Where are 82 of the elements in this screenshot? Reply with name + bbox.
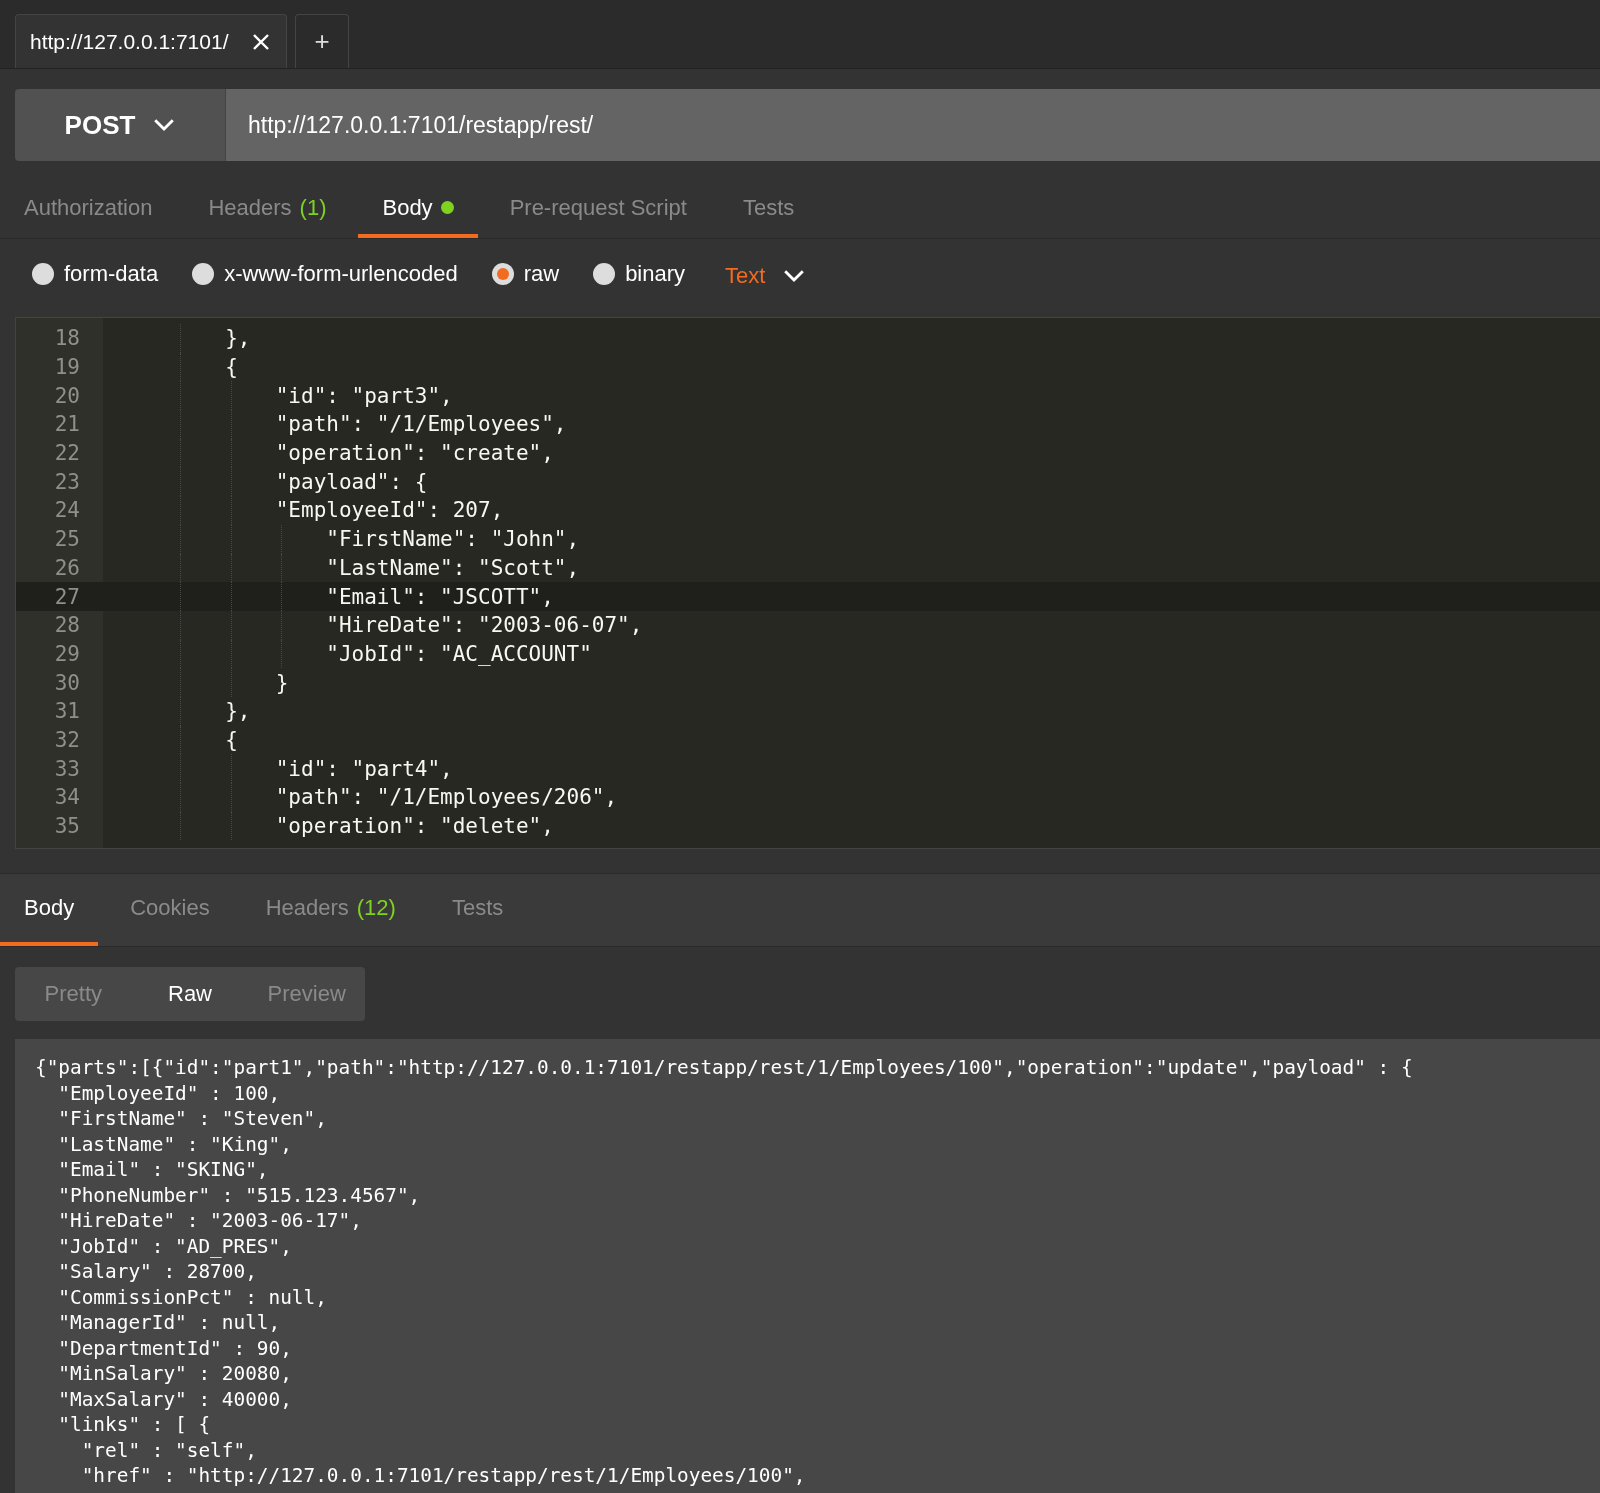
- response-line: "PhoneNumber" : "515.123.4567",: [57, 1182, 422, 1208]
- response-line: "Salary" : 28700,: [57, 1259, 258, 1285]
- request-section-tab[interactable]: Authorization: [0, 181, 177, 238]
- line-number: 20: [53, 383, 80, 408]
- line-number: 33: [53, 756, 80, 781]
- response-line: "LastName" : "King",: [57, 1131, 293, 1157]
- body-mode-radio[interactable]: form-data: [32, 261, 159, 287]
- new-tab-button[interactable]: +: [295, 14, 349, 68]
- code-line: "FirstName": "John",: [325, 527, 580, 552]
- code-line: {: [224, 727, 238, 752]
- method-dropdown[interactable]: POST: [15, 89, 226, 161]
- response-line: "HireDate" : "2003-06-17",: [57, 1208, 363, 1234]
- header-count: (1): [299, 194, 327, 221]
- radio-button[interactable]: [593, 263, 616, 285]
- chevron-icon: [783, 269, 806, 283]
- code-line: "id": "part4",: [274, 756, 453, 781]
- code-line: "payload": {: [274, 469, 428, 494]
- code-line: "path": "/1/Employees",: [274, 412, 567, 437]
- code-line: },: [224, 699, 251, 724]
- radio-label: raw: [523, 261, 560, 287]
- chevron-icon: [153, 118, 176, 132]
- request-section-tab[interactable]: Headers (1): [184, 181, 351, 238]
- line-number: 31: [53, 699, 80, 724]
- response-line: "MinSalary" : 20080,: [57, 1361, 293, 1387]
- response-line: "DepartmentId" : 90,: [57, 1335, 293, 1361]
- view-mode-button[interactable]: Raw: [131, 967, 249, 1021]
- response-line: "links" : [ {: [57, 1412, 212, 1438]
- line-number: 28: [53, 613, 80, 638]
- line-number: 27: [53, 584, 80, 609]
- code-line: {: [224, 355, 238, 380]
- line-number: 34: [53, 785, 80, 810]
- tab-title: http://127.0.0.1:7101/: [30, 29, 229, 54]
- code-line: }: [274, 670, 289, 695]
- response-tab[interactable]: Body: [0, 874, 99, 946]
- code-line: "path": "/1/Employees/206",: [274, 785, 618, 810]
- response-line: {"parts":[{"id":"part1","path":"http://127.0.0.1:7101/restapp/rest/1/Employees/100","operation":"update","payload" : {: [35, 1055, 1414, 1081]
- code-line: "operation": "create",: [274, 441, 554, 466]
- code-line: "operation": "delete",: [274, 814, 554, 839]
- response-line: "rel" : "self",: [80, 1437, 258, 1463]
- radio-button[interactable]: [491, 263, 514, 285]
- close-icon[interactable]: [252, 32, 270, 51]
- line-number: 22: [53, 441, 80, 466]
- line-number: 26: [53, 555, 80, 580]
- response-line: "CommissionPct" : null,: [57, 1284, 328, 1310]
- response-line: "JobId" : "AD_PRES",: [57, 1233, 293, 1259]
- body-mode-radio[interactable]: raw: [491, 261, 560, 287]
- content-type-dropdown[interactable]: Text: [719, 262, 812, 290]
- code-line: "JobId": "AC_ACCOUNT": [325, 641, 592, 666]
- line-number: 32: [53, 727, 80, 752]
- code-line: },: [224, 326, 251, 351]
- radio-label: binary: [625, 261, 686, 287]
- radio-label: form-data: [64, 261, 159, 287]
- response-tab[interactable]: Headers (12): [241, 874, 420, 946]
- response-line: "ManagerId" : null,: [57, 1310, 282, 1336]
- request-section-tab[interactable]: Body: [358, 181, 478, 238]
- response-line: "FirstName" : "Steven",: [57, 1106, 328, 1132]
- header-count: (12): [356, 895, 396, 921]
- response-line: "href" : "http://127.0.0.1:7101/restapp/rest/1/Employees/100",: [80, 1463, 807, 1489]
- code-line: "LastName": "Scott",: [325, 555, 580, 580]
- response-line: "Email" : "SKING",: [57, 1157, 270, 1183]
- line-number: 25: [53, 527, 80, 552]
- request-tab[interactable]: http://127.0.0.1:7101/: [15, 14, 287, 68]
- line-number: 18: [53, 326, 80, 351]
- url-field[interactable]: http://127.0.0.1:7101/restapp/rest/: [226, 89, 1600, 161]
- line-number: 21: [53, 412, 80, 437]
- request-section-tab[interactable]: Pre-request Script: [485, 181, 711, 238]
- line-number: 24: [53, 498, 80, 523]
- code-line: "EmployeeId": 207,: [274, 498, 504, 523]
- request-section-tab[interactable]: Tests: [718, 181, 819, 238]
- code-line: "HireDate": "2003-06-07",: [325, 613, 643, 638]
- line-number: 19: [53, 355, 80, 380]
- code-line: "id": "part3",: [274, 383, 453, 408]
- radio-button[interactable]: [192, 263, 215, 285]
- line-number: 29: [53, 641, 80, 666]
- code-line: "Email": "JSCOTT",: [325, 584, 554, 609]
- response-line: "EmployeeId" : 100,: [57, 1080, 282, 1106]
- radio-button[interactable]: [32, 263, 54, 285]
- line-number: 30: [53, 670, 80, 695]
- line-number: 35: [53, 814, 80, 839]
- response-line: "MaxSalary" : 40000,: [57, 1386, 293, 1412]
- body-mode-radio[interactable]: binary: [593, 261, 686, 287]
- line-number: 23: [53, 469, 80, 494]
